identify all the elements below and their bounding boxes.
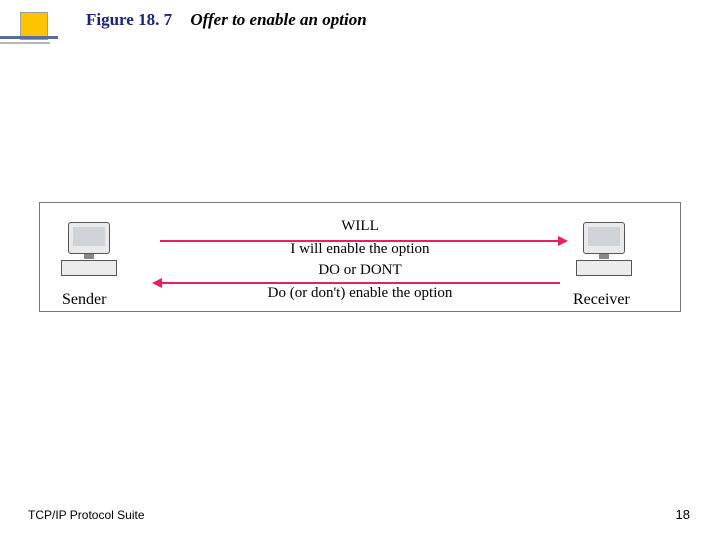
bottom-text-label: Do (or don't) enable the option <box>160 285 560 302</box>
sender-label: Sender <box>62 291 106 309</box>
sender-computer-icon <box>55 222 123 276</box>
arrow-left-icon <box>160 282 560 284</box>
receiver-label: Receiver <box>573 291 630 309</box>
accent-line-icon <box>0 36 58 39</box>
top-text-label: I will enable the option <box>160 241 560 258</box>
figure-number: Figure 18. 7 <box>86 10 172 29</box>
page-number: 18 <box>676 507 690 522</box>
top-command-label: WILL <box>160 218 560 235</box>
receiver-computer-icon <box>570 222 638 276</box>
slide: Figure 18. 7 Offer to enable an option S… <box>0 0 720 540</box>
slide-title: Figure 18. 7 Offer to enable an option <box>86 10 367 30</box>
accent-line-shadow-icon <box>0 42 50 44</box>
footer-source: TCP/IP Protocol Suite <box>28 508 145 522</box>
figure-caption: Offer to enable an option <box>190 10 366 29</box>
bottom-command-label: DO or DONT <box>160 262 560 279</box>
